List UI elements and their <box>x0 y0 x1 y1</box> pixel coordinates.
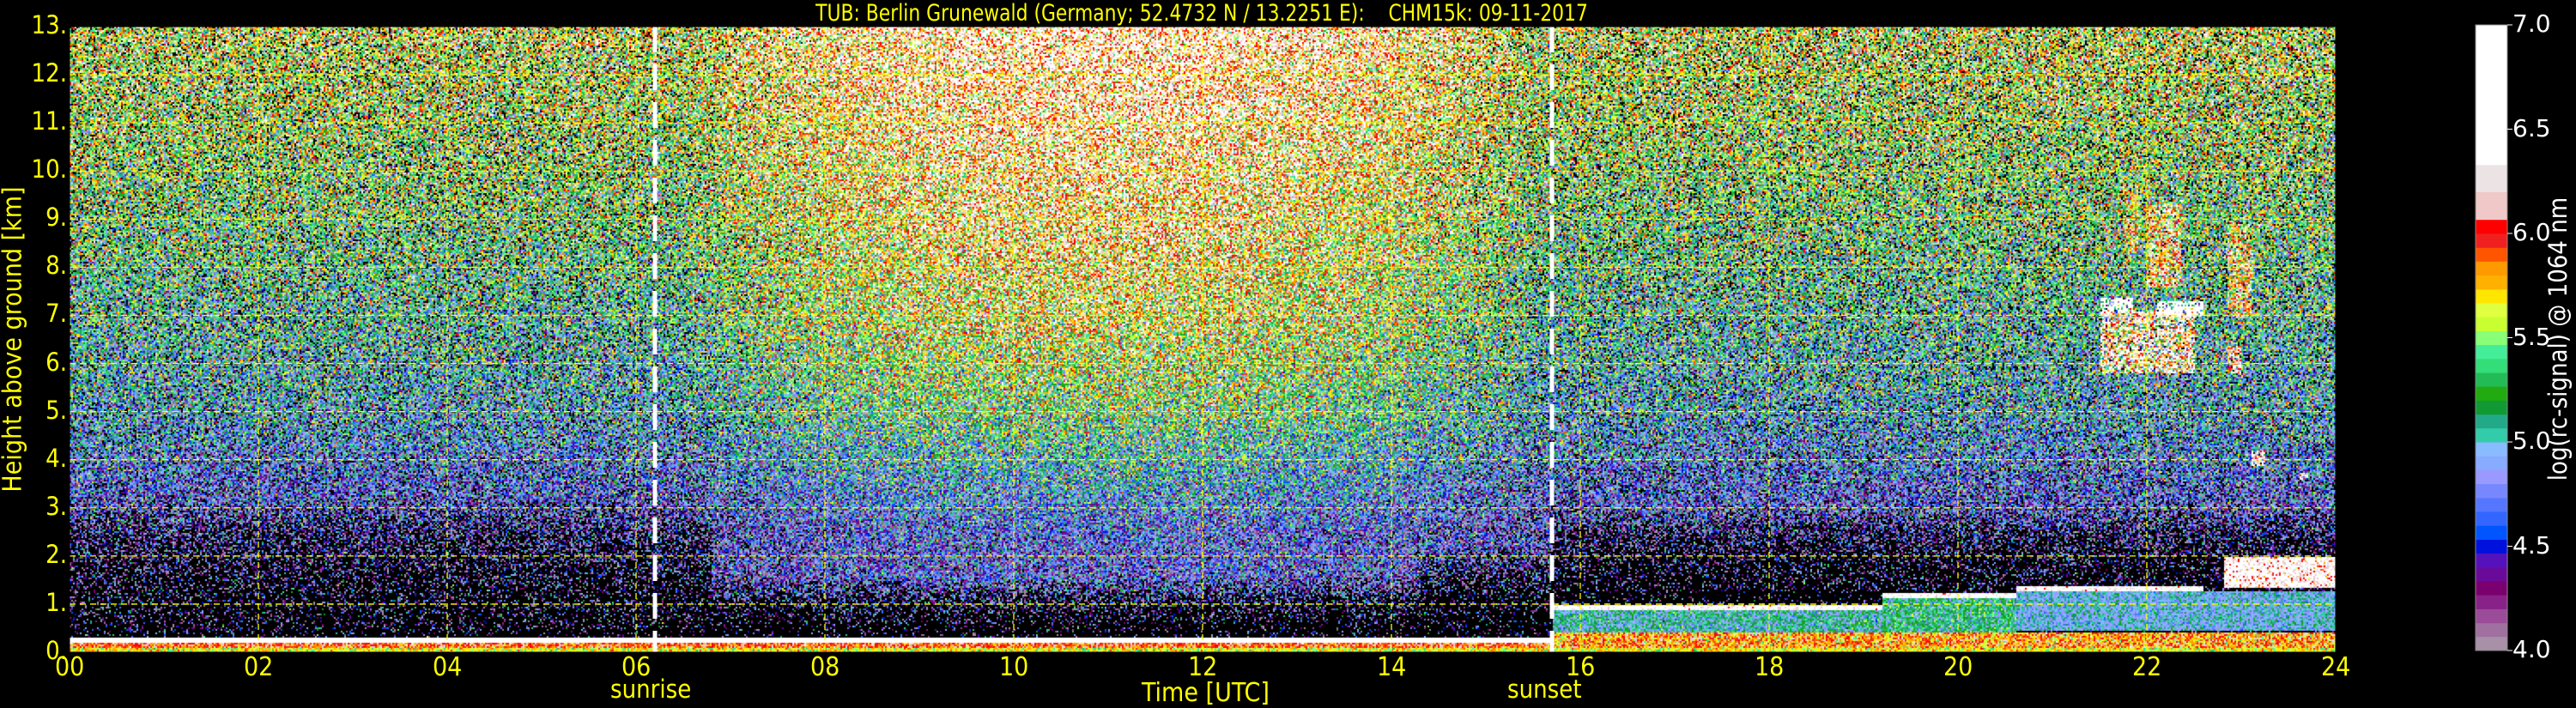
y-tick-label: 3. <box>45 491 67 521</box>
y-tick-label: 5. <box>45 395 67 425</box>
colorbar-bin <box>2476 386 2507 401</box>
colorbar-bin <box>2476 442 2507 457</box>
colorbar-bin <box>2476 497 2507 512</box>
annotation-label-sunset: sunset <box>1507 675 1582 704</box>
colorbar-bin <box>2476 511 2507 526</box>
x-tick-label: 08 <box>810 652 840 682</box>
y-tick-label: 13. <box>31 10 67 39</box>
colorbar-bin <box>2476 622 2507 638</box>
colorbar-bin <box>2476 247 2507 262</box>
colorbar-bin <box>2476 608 2507 624</box>
colorbar-tick-label: 7.0 <box>2512 9 2551 38</box>
colorbar-bin <box>2476 456 2507 470</box>
y-tick-label: 10. <box>31 154 67 185</box>
colorbar-bin <box>2476 469 2507 485</box>
y-tick-label: 12. <box>31 58 67 88</box>
x-tick-label: 22 <box>2132 652 2162 682</box>
colorbar-tick-label: 4.5 <box>2512 530 2551 560</box>
y-tick-label: 9. <box>45 203 67 233</box>
colorbar-tick-label: 6.0 <box>2512 218 2551 246</box>
x-axis-label: Time [UTC] <box>1142 678 1270 708</box>
colorbar-bin <box>2476 191 2507 221</box>
colorbar-bin <box>2476 400 2507 415</box>
colorbar-bin <box>2476 288 2507 304</box>
colorbar-bin <box>2476 414 2507 429</box>
x-tick-label: 20 <box>1943 652 1973 682</box>
colorbar-bin <box>2476 233 2507 248</box>
colorbar-bin <box>2476 483 2507 499</box>
colorbar-bin <box>2476 330 2507 346</box>
x-tick-label: 04 <box>433 652 463 682</box>
colorbar-bin <box>2476 275 2507 290</box>
x-tick-label: 10 <box>999 652 1029 682</box>
colorbar-bin <box>2476 344 2507 360</box>
y-tick-label: 0. <box>45 636 67 665</box>
colorbar-bin <box>2476 525 2507 540</box>
y-tick-label: 2. <box>45 539 67 569</box>
annotation-label-sunrise: sunrise <box>610 675 692 704</box>
colorbar-tick-label: 6.5 <box>2512 113 2551 142</box>
colorbar-bin <box>2476 595 2507 609</box>
y-tick-label: 1. <box>45 587 67 617</box>
colorbar-bin <box>2476 261 2507 276</box>
x-tick-label: 14 <box>1377 652 1407 682</box>
colorbar-bin <box>2476 164 2507 192</box>
colorbar-tick-label: 5.0 <box>2512 427 2551 455</box>
x-tick-label: 24 <box>2321 652 2351 682</box>
x-tick-label: 02 <box>244 652 274 682</box>
colorbar-tick-label: 5.5 <box>2512 322 2551 351</box>
colorbar-bin <box>2476 219 2507 234</box>
colorbar-bin <box>2476 539 2507 554</box>
colorbar-bin <box>2476 358 2507 373</box>
colorbar-bin <box>2476 372 2507 387</box>
y-tick-label: 7. <box>45 299 67 329</box>
y-axis-label: Height above ground [km] <box>0 186 28 493</box>
colorbar-bin <box>2476 566 2507 582</box>
colorbar-bin <box>2476 581 2507 596</box>
colorbar-tick-label: 4.0 <box>2512 635 2551 663</box>
x-tick-label: 18 <box>1755 652 1785 682</box>
chart-overlay <box>69 24 2512 653</box>
colorbar-bin <box>2476 302 2507 318</box>
y-tick-label: 8. <box>45 251 67 281</box>
colorbar-bin <box>2476 636 2507 651</box>
colorbar-bin <box>2476 427 2507 443</box>
y-tick-label: 11. <box>31 106 67 136</box>
colorbar-bin <box>2476 553 2507 568</box>
colorbar-bin <box>2476 317 2507 331</box>
y-tick-label: 4. <box>45 443 67 473</box>
x-tick-label: 12 <box>1188 652 1218 682</box>
y-tick-label: 6. <box>45 347 67 377</box>
colorbar-bin <box>2476 25 2507 166</box>
